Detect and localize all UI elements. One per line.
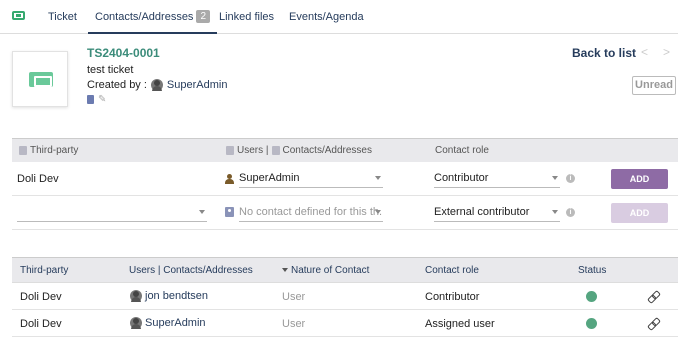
- tab-contacts-label: Contacts/Addresses: [95, 11, 194, 23]
- role-select[interactable]: Contributor: [434, 170, 560, 188]
- back-to-list-link[interactable]: Back to list: [572, 46, 636, 60]
- row-role: Contributor: [425, 291, 480, 303]
- user-icon: [225, 174, 234, 184]
- creator-link[interactable]: SuperAdmin: [167, 79, 228, 91]
- table-row: Doli Dev jon bendtsen User Contributor: [12, 283, 678, 310]
- row-nature: User: [282, 318, 306, 330]
- unread-button[interactable]: Unread: [632, 76, 676, 95]
- tab-bar: Ticket Contacts/Addresses 2 Linked files …: [0, 0, 678, 34]
- contact-card-icon: [271, 146, 280, 155]
- row-contact-name: SuperAdmin: [145, 317, 206, 329]
- header-contacts-label: Contacts/Addresses: [282, 145, 373, 156]
- building-icon: [19, 146, 27, 155]
- user-select-value: SuperAdmin: [239, 172, 300, 184]
- add-contact-row: No contact defined for this th... Extern…: [12, 196, 678, 230]
- row-contact-name: jon bendtsen: [145, 290, 208, 302]
- col-nature-label: Nature of Contact: [291, 265, 370, 276]
- third-party-select[interactable]: [17, 204, 207, 222]
- third-party-value: Doli Dev: [17, 173, 59, 185]
- ticket-ref: TS2404-0001: [87, 46, 160, 60]
- role-select-value: Contributor: [434, 172, 489, 184]
- row-contact[interactable]: SuperAdmin: [130, 317, 206, 329]
- contact-select-placeholder: No contact defined for this th...: [239, 206, 383, 218]
- header-users-contacts: Users | Contacts/Addresses: [226, 145, 372, 156]
- external-role-select-value: External contributor: [434, 206, 530, 218]
- header-contact-role-label: Contact role: [435, 145, 489, 156]
- contacts-list-header: Third-party Users | Contacts/Addresses N…: [12, 257, 678, 283]
- add-user-button[interactable]: ADD: [611, 169, 668, 189]
- next-arrow-icon[interactable]: >: [663, 45, 670, 59]
- row-nature: User: [282, 291, 306, 303]
- row-contact[interactable]: jon bendtsen: [130, 290, 208, 302]
- add-contact-button[interactable]: ADD: [611, 203, 668, 223]
- tab-events-agenda[interactable]: Events/Agenda: [289, 0, 364, 34]
- avatar: [130, 317, 142, 329]
- contact-select[interactable]: No contact defined for this th...: [239, 204, 383, 222]
- building-icon: [87, 95, 94, 104]
- contact-card-icon: [225, 207, 234, 217]
- unlink-icon[interactable]: [648, 291, 658, 301]
- add-user-row: Doli Dev SuperAdmin Contributor i ADD: [12, 162, 678, 196]
- pencil-icon[interactable]: ✎: [98, 95, 107, 105]
- col-third-party[interactable]: Third-party: [20, 265, 68, 276]
- unlink-icon[interactable]: [648, 318, 658, 328]
- ticket-thumbnail: [12, 51, 68, 107]
- header-mini-icons: ✎: [87, 95, 107, 105]
- col-users-contacts[interactable]: Users | Contacts/Addresses: [129, 265, 253, 276]
- chevron-down-icon: [375, 210, 381, 214]
- chevron-down-icon: [199, 210, 205, 214]
- ticket-icon: [29, 72, 53, 87]
- previous-arrow-icon[interactable]: <: [641, 45, 648, 59]
- ticket-icon: [12, 11, 25, 20]
- header-contact-role: Contact role: [435, 145, 489, 156]
- header-users-label: Users |: [237, 145, 269, 156]
- tab-ticket[interactable]: Ticket: [48, 0, 77, 34]
- row-third-party: Doli Dev: [20, 291, 62, 303]
- header-third-party-label: Third-party: [30, 145, 79, 156]
- col-status[interactable]: Status: [578, 265, 606, 276]
- table-row: Doli Dev SuperAdmin User Assigned user: [12, 310, 678, 337]
- user-select[interactable]: SuperAdmin: [239, 170, 383, 188]
- col-contact-role[interactable]: Contact role: [425, 265, 479, 276]
- tab-linked-files[interactable]: Linked files: [219, 0, 274, 34]
- add-contact-header: Third-party Users | Contacts/Addresses C…: [12, 138, 678, 162]
- info-icon: i: [566, 174, 575, 183]
- user-icon: [226, 146, 234, 155]
- chevron-down-icon: [552, 210, 558, 214]
- col-nature[interactable]: Nature of Contact: [282, 265, 369, 276]
- chevron-down-icon: [552, 176, 558, 180]
- avatar: [130, 290, 142, 302]
- created-by-prefix: Created by :: [87, 79, 147, 91]
- avatar: [150, 79, 163, 91]
- sort-desc-icon: [282, 268, 288, 272]
- chevron-down-icon: [375, 176, 381, 180]
- tab-contacts-addresses[interactable]: Contacts/Addresses 2: [88, 0, 217, 34]
- status-active-icon[interactable]: [586, 291, 597, 302]
- info-icon: i: [566, 208, 575, 217]
- row-third-party: Doli Dev: [20, 318, 62, 330]
- created-by: Created by : SuperAdmin: [87, 79, 227, 91]
- row-role: Assigned user: [425, 318, 495, 330]
- external-role-select[interactable]: External contributor: [434, 204, 560, 222]
- ticket-label: test ticket: [87, 64, 134, 76]
- header-third-party: Third-party: [19, 145, 78, 156]
- tab-contacts-count: 2: [196, 10, 210, 23]
- status-active-icon[interactable]: [586, 318, 597, 329]
